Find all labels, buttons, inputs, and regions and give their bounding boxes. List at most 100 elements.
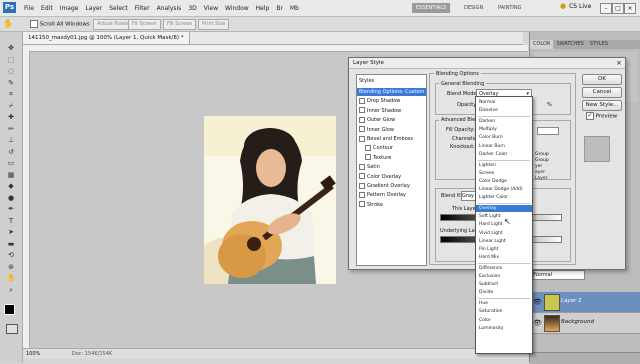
print-size-button[interactable]: Print Size [198,19,230,30]
brush-tool-icon[interactable]: ✏ [5,125,17,134]
path-select-tool-icon[interactable]: ➤ [5,228,17,237]
style-item[interactable]: Satin [359,163,380,171]
blend-mode-option[interactable]: Divide [479,289,493,296]
close-icon[interactable]: × [624,3,636,14]
blend-mode-option[interactable]: Linear Burn [479,143,505,150]
style-item[interactable]: Inner Glow [359,126,394,134]
menu-item[interactable]: View [204,5,218,12]
fill-opacity-field[interactable] [537,127,559,135]
style-checkbox[interactable] [365,144,371,151]
history-brush-tool-icon[interactable]: ↺ [5,148,17,157]
fill-screen-button[interactable]: Fill Screen [163,19,197,30]
style-item[interactable]: Outer Glow [359,116,395,124]
cancel-button[interactable]: Cancel [582,87,622,98]
workspace-essentials[interactable]: ESSENTIALS [412,3,451,13]
blend-mode-option[interactable]: Color Dodge [479,178,507,185]
blend-mode-option[interactable]: Screen [479,170,494,177]
blend-mode-option[interactable]: Soft Light [479,213,501,220]
new-style-button[interactable]: New Style... [582,100,622,111]
photo[interactable] [204,116,336,284]
blend-mode-option[interactable]: Linear Dodge (Add) [479,186,523,193]
quick-select-tool-icon[interactable]: ✎ [5,79,17,88]
style-item[interactable]: Inner Shadow [359,107,401,115]
style-checkbox[interactable] [359,173,365,180]
eraser-tool-icon[interactable]: ▭ [5,159,17,168]
move-tool-icon[interactable]: ✥ [5,44,17,53]
blend-mode-option[interactable]: Hue [479,300,488,307]
clone-stamp-tool-icon[interactable]: ⊥ [5,136,17,145]
style-item[interactable]: Drop Shadow [359,97,400,105]
3d-orbit-tool-icon[interactable]: ⊛ [5,263,17,272]
layer-blend-mode[interactable]: Normal [533,270,585,280]
fit-screen-button[interactable]: Fit Screen [128,19,161,30]
blend-mode-option[interactable]: Vivid Light [479,230,503,237]
style-checkbox[interactable] [359,126,365,133]
tab-color[interactable]: COLOR [530,40,554,49]
healing-tool-icon[interactable]: ✚ [5,113,17,122]
layer-row-background[interactable]: 👁 Background [530,313,640,334]
style-checkbox[interactable] [359,182,365,189]
zoom-level[interactable]: 100% [26,351,40,357]
style-item[interactable]: Pattern Overlay [359,191,406,199]
minimize-icon[interactable]: – [600,3,612,14]
preview-checkbox[interactable]: ✓ Preview [586,112,617,120]
style-item[interactable]: Contour [365,144,393,152]
style-checkbox[interactable] [359,163,365,170]
cs-live[interactable]: ● CS Live [560,2,591,10]
lasso-tool-icon[interactable]: ◌ [5,67,17,76]
style-checkbox[interactable] [359,97,365,104]
scroll-all-checkbox[interactable] [30,20,38,28]
3d-rotate-tool-icon[interactable]: ⟲ [5,251,17,260]
dialog-close-icon[interactable]: × [616,58,622,68]
blend-mode-option[interactable]: Hard Light [479,221,502,228]
shape-tool-icon[interactable]: ▬ [5,240,17,249]
tab-swatches[interactable]: SWATCHES [553,40,586,49]
maximize-icon[interactable]: □ [612,3,624,14]
marquee-tool-icon[interactable]: ⬚ [5,56,17,65]
blend-mode-option[interactable]: Linear Light [479,238,506,245]
blend-mode-option[interactable]: Exclusion [479,273,500,280]
menu-item[interactable]: Br [276,5,283,12]
style-item[interactable]: Bevel and Emboss [359,135,413,143]
blend-mode-option[interactable]: Color Burn [479,134,503,141]
menu-item[interactable]: File [24,5,34,12]
style-item[interactable]: Blending Options: Custom [357,88,426,96]
style-checkbox[interactable] [359,107,365,114]
foreground-color-swatch[interactable] [4,304,15,315]
blend-mode-option[interactable]: Darker Color [479,151,507,158]
style-checkbox[interactable] [359,135,365,142]
eye-icon[interactable]: 👁 [533,319,542,327]
menu-item[interactable]: Analysis [157,5,182,12]
blend-mode-option[interactable]: Lighten [479,162,496,169]
blend-mode-option[interactable]: Overlay [476,205,532,213]
scroll-all-windows[interactable]: Scroll All Windows [30,20,90,28]
option-vector-mask-layer[interactable]: Layer [535,176,549,182]
workspace-design[interactable]: DESIGN [460,3,487,13]
styles-header[interactable]: Styles [359,77,374,85]
style-item[interactable]: Gradient Overlay [359,182,410,190]
hand-tool-icon[interactable]: ✋ [5,274,17,283]
blend-mode-option[interactable]: Multiply [479,126,497,133]
blend-mode-option[interactable]: Darken [479,118,495,125]
blend-mode-option[interactable]: Subtract [479,281,498,288]
menu-item[interactable]: 3D [188,5,196,12]
style-item[interactable]: Stroke [359,201,383,209]
document-tab[interactable]: 141150_masdy01.jpg @ 100% (Layer 1, Quic… [23,32,190,44]
menu-item[interactable]: Mb [290,5,299,12]
quick-mask-icon[interactable] [6,324,18,334]
menu-item[interactable]: Edit [41,5,53,12]
menu-item[interactable]: Help [256,5,270,12]
gradient-tool-icon[interactable]: ▦ [5,171,17,180]
blur-tool-icon[interactable]: ◆ [5,182,17,191]
dodge-tool-icon[interactable]: ● [5,194,17,203]
blend-mode-option[interactable]: Lighter Color [479,194,508,201]
layer-row-1[interactable]: 👁 Layer 1 [530,292,640,313]
crop-tool-icon[interactable]: ⌗ [5,90,17,99]
blend-mode-option[interactable]: Color [479,317,491,324]
blend-mode-option[interactable]: Luminosity [479,325,504,332]
blend-mode-option[interactable]: Saturation [479,308,502,315]
menu-item[interactable]: Select [109,5,128,12]
style-item[interactable]: Texture [365,154,391,162]
menu-item[interactable]: Layer [85,5,102,12]
blend-mode-option[interactable]: Hard Mix [479,254,499,261]
